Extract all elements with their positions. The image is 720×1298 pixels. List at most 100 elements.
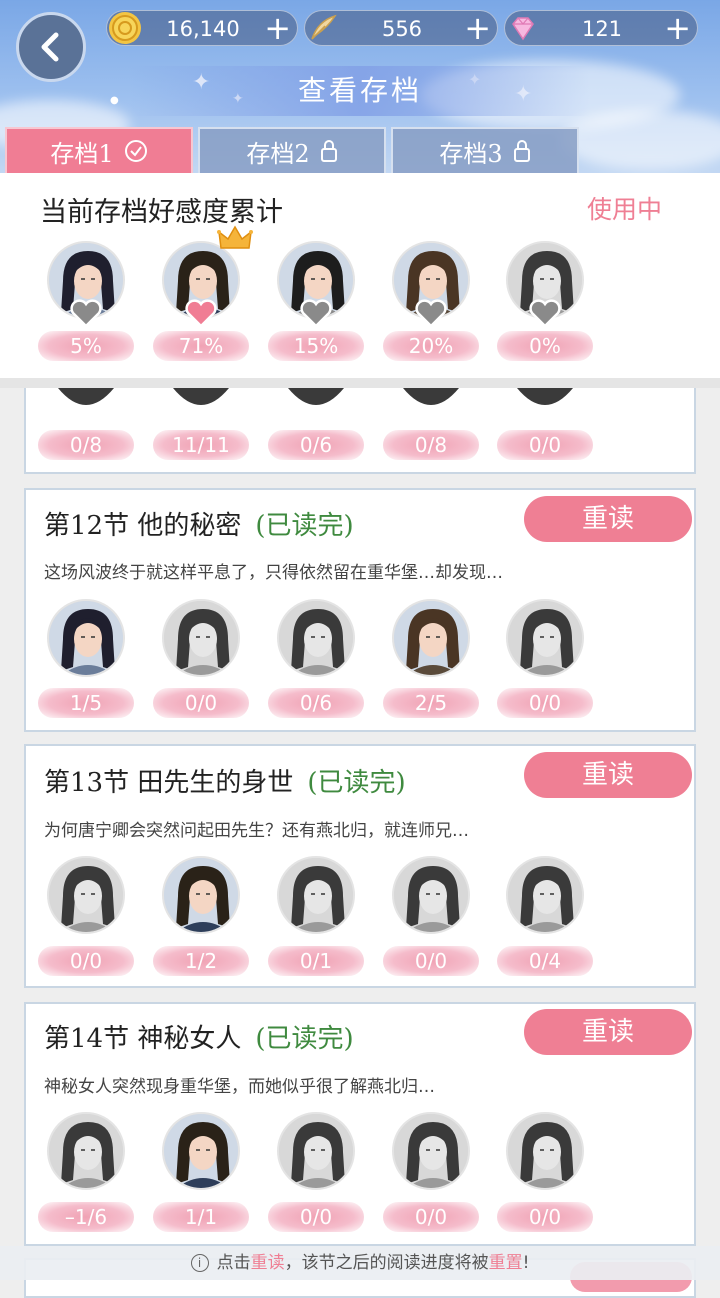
affection-value: 0/6 bbox=[268, 430, 364, 460]
reread-button[interactable]: 重读 bbox=[524, 496, 692, 542]
affection-percent: 5% bbox=[38, 331, 134, 361]
reread-warning: i 点击重读，该节之后的阅读进度将被重置! bbox=[0, 1246, 720, 1280]
affection-value: 2/5 bbox=[383, 688, 479, 718]
character-avatar bbox=[506, 856, 584, 934]
tab-label: 存档3 bbox=[439, 139, 503, 168]
affection-value: 1/5 bbox=[38, 688, 134, 718]
coin-icon bbox=[109, 12, 141, 44]
affection-value: 0/0 bbox=[38, 946, 134, 976]
tab-label: 存档1 bbox=[50, 139, 114, 168]
chapter-status: (已读完) bbox=[255, 1024, 354, 1054]
character-avatar-cropped bbox=[286, 388, 346, 414]
chapter-status: (已读完) bbox=[307, 768, 406, 798]
lock-icon bbox=[513, 140, 530, 162]
character-avatar bbox=[277, 599, 355, 677]
heart-icon bbox=[184, 298, 218, 328]
diamond-icon bbox=[507, 12, 539, 44]
page-title: 查看存档 bbox=[297, 74, 422, 107]
footer-highlight: 重置 bbox=[488, 1253, 523, 1273]
quill-value: 556 bbox=[381, 17, 423, 41]
chapter-description: 为何唐宁卿会突然问起田先生？还有燕北归，就连师兄… bbox=[44, 821, 469, 841]
chevron-left-icon bbox=[41, 32, 59, 62]
footer-highlight: 重读 bbox=[250, 1253, 285, 1273]
add-diamond-button[interactable]: + bbox=[664, 11, 691, 47]
tab-save-1[interactable]: 存档1 bbox=[5, 127, 193, 173]
diamond-value: 121 bbox=[581, 17, 623, 41]
character-avatar bbox=[47, 599, 125, 677]
lock-icon bbox=[320, 140, 337, 162]
footer-text: 点击 bbox=[216, 1253, 251, 1273]
affection-value: 0/0 bbox=[497, 688, 593, 718]
character-avatar bbox=[47, 856, 125, 934]
section-divider bbox=[0, 378, 720, 388]
affection-value: 0/0 bbox=[153, 688, 249, 718]
add-quill-button[interactable]: + bbox=[464, 11, 491, 47]
chapter-title: 第12节 他的秘密 (已读完) bbox=[44, 505, 354, 542]
character-avatar-cropped bbox=[515, 388, 575, 414]
character-avatar-cropped bbox=[171, 388, 231, 414]
chapter-title-text: 第13节 田先生的身世 bbox=[44, 768, 294, 798]
chapter-title-text: 第12节 他的秘密 bbox=[44, 511, 242, 541]
character-avatar-cropped bbox=[401, 388, 461, 414]
affection-percent: 71% bbox=[153, 331, 249, 361]
cloud-decoration bbox=[560, 110, 720, 170]
affection-percent: 20% bbox=[383, 331, 479, 361]
tab-save-3[interactable]: 存档3 bbox=[391, 127, 579, 173]
coin-counter: 16,140 + bbox=[106, 10, 298, 46]
info-icon: i bbox=[190, 1254, 209, 1272]
add-coin-button[interactable]: + bbox=[264, 11, 291, 47]
reread-button[interactable]: 重读 bbox=[524, 1009, 692, 1055]
affection-value: 0/0 bbox=[497, 1202, 593, 1232]
character-avatar bbox=[392, 856, 470, 934]
crown-icon bbox=[217, 224, 253, 258]
chapter-status: (已读完) bbox=[255, 511, 354, 541]
footer-text: ! bbox=[522, 1253, 530, 1273]
heart-icon bbox=[299, 298, 333, 328]
tab-label: 存档2 bbox=[246, 139, 310, 168]
heart-icon bbox=[528, 298, 562, 328]
footer-text: ，该节之后的阅读进度将被 bbox=[284, 1253, 489, 1273]
affection-value: 0/6 bbox=[268, 688, 364, 718]
quill-icon bbox=[307, 12, 339, 44]
affection-value: 0/0 bbox=[383, 1202, 479, 1232]
character-avatar bbox=[162, 1112, 240, 1190]
affection-percent: 0% bbox=[497, 331, 593, 361]
character-avatar bbox=[277, 1112, 355, 1190]
character-avatar bbox=[162, 856, 240, 934]
quill-counter: 556 + bbox=[304, 10, 498, 46]
affection-value: 0/0 bbox=[497, 430, 593, 460]
chapter-title-text: 第14节 神秘女人 bbox=[44, 1024, 242, 1054]
tab-save-2[interactable]: 存档2 bbox=[198, 127, 386, 173]
character-avatar bbox=[47, 1112, 125, 1190]
character-avatar bbox=[277, 856, 355, 934]
diamond-counter: 121 + bbox=[504, 10, 698, 46]
chapter-description: 神秘女人突然现身重华堡，而她似乎很了解燕北归… bbox=[44, 1077, 435, 1097]
chapter-title: 第13节 田先生的身世 (已读完) bbox=[44, 762, 406, 799]
affection-value: 1/2 bbox=[153, 946, 249, 976]
affection-percent: 15% bbox=[268, 331, 364, 361]
reread-button[interactable]: 重读 bbox=[524, 752, 692, 798]
affection-value: 0/0 bbox=[268, 1202, 364, 1232]
heart-icon bbox=[69, 298, 103, 328]
affection-value: 0/0 bbox=[383, 946, 479, 976]
affection-value: 1/1 bbox=[153, 1202, 249, 1232]
character-avatar bbox=[506, 1112, 584, 1190]
character-avatar bbox=[506, 599, 584, 677]
character-avatar bbox=[392, 1112, 470, 1190]
character-avatar-cropped bbox=[56, 388, 116, 414]
character-avatar bbox=[162, 599, 240, 677]
affection-value: –1/6 bbox=[38, 1202, 134, 1232]
chapter-description: 这场风波终于就这样平息了，只得依然留在重华堡…却发现… bbox=[44, 563, 503, 583]
header: ✦ ✦ ✦ ✦ ● 16,140 + 556 + 121 + 查看存档 存档1 bbox=[0, 0, 720, 175]
chapter-title: 第14节 神秘女人 (已读完) bbox=[44, 1018, 354, 1055]
coin-value: 16,140 bbox=[166, 17, 240, 41]
in-use-badge: 使用中 bbox=[586, 195, 662, 224]
affection-value: 0/1 bbox=[268, 946, 364, 976]
affection-value: 0/8 bbox=[383, 430, 479, 460]
character-avatar bbox=[392, 599, 470, 677]
affection-value: 11/11 bbox=[153, 430, 249, 460]
affection-value: 0/4 bbox=[497, 946, 593, 976]
check-circle-icon bbox=[124, 140, 147, 162]
affection-value: 0/8 bbox=[38, 430, 134, 460]
heart-icon bbox=[414, 298, 448, 328]
